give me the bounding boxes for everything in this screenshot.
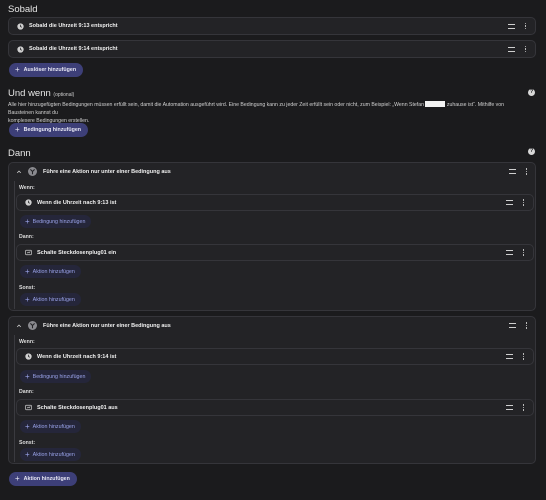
chevron-up-icon[interactable] [16,169,22,175]
drag-handle-icon[interactable] [506,200,513,205]
more-menu-icon[interactable] [522,249,525,256]
conditions-description: Alle hier hinzugefügten Bedingungen müss… [8,101,505,124]
sonst-label: Sonst: [19,440,36,446]
choose-action-header[interactable]: Führe eine Aktion nur unter einer Beding… [8,162,536,181]
drag-handle-icon[interactable] [506,354,513,359]
trigger-row[interactable]: Sobald die Uhrzeit 9:14 entspricht [8,40,536,58]
plus-icon: + [15,125,20,134]
condition-label: Wenn die Uhrzeit nach 9:13 ist [37,199,117,206]
drag-handle-icon[interactable] [506,405,513,410]
condition-row[interactable]: Wenn die Uhrzeit nach 9:13 ist [16,194,534,211]
plus-icon: + [15,65,20,74]
block-divider [14,181,15,309]
choose-action-block [8,162,536,311]
more-menu-icon[interactable] [525,322,528,329]
choose-action-header[interactable]: Führe eine Aktion nur unter einer Beding… [8,316,536,335]
action-label: Schalte Steckdosenplug01 aus [37,404,118,411]
add-trigger-label: Auslöser hinzufügen [23,67,77,73]
block-header-label: Führe eine Aktion nur unter einer Beding… [43,322,171,329]
plus-icon: + [15,474,20,483]
dann-label: Dann: [19,389,34,395]
dann-title: Dann [8,148,31,159]
plus-icon: + [25,421,30,431]
drag-handle-icon[interactable] [509,323,516,328]
plus-icon: + [25,266,30,276]
plus-icon: + [25,371,30,381]
drag-handle-icon[interactable] [508,23,515,29]
more-menu-icon[interactable] [522,404,525,411]
add-condition-button[interactable]: + Bedingung hinzufügen [9,123,89,137]
plus-icon: + [25,449,30,459]
add-condition-label: Bedingung hinzufügen [23,127,82,133]
device-icon [25,404,32,411]
block-header-label: Führe eine Aktion nur unter einer Beding… [43,168,171,175]
add-action-button[interactable]: + Aktion hinzufügen [9,472,77,486]
wenn-label: Wenn: [19,185,35,191]
block-divider [14,335,15,462]
more-menu-icon[interactable] [525,168,528,175]
more-menu-icon[interactable] [522,353,525,360]
add-action-link[interactable]: + Aktion hinzufügen [20,265,81,278]
wenn-label: Wenn: [19,339,35,345]
redaction-box [425,101,446,107]
drag-handle-icon[interactable] [508,46,515,52]
und-wenn-title-text: Und wenn [8,88,51,99]
clock-icon [25,353,32,360]
sonst-label: Sonst: [19,285,36,291]
condition-label: Wenn die Uhrzeit nach 9:14 ist [37,353,117,360]
trigger-label: Sobald die Uhrzeit 9:13 entspricht [29,23,118,29]
action-row[interactable]: Schalte Steckdosenplug01 ein [16,244,534,261]
help-icon[interactable]: ? [528,89,535,96]
trigger-row[interactable]: Sobald die Uhrzeit 9:13 entspricht [8,17,536,35]
clock-icon [25,199,32,206]
clock-icon [17,45,24,53]
more-menu-icon[interactable] [522,199,525,206]
add-else-action-link[interactable]: + Aktion hinzufügen [20,293,81,306]
choose-action-block [8,316,536,464]
add-trigger-button[interactable]: + Auslöser hinzufügen [9,63,84,77]
drag-handle-icon[interactable] [506,250,513,255]
plus-icon: + [25,216,30,226]
help-icon[interactable]: ? [528,148,535,155]
device-icon [25,249,32,256]
add-else-action-link[interactable]: + Aktion hinzufügen [20,448,81,461]
add-condition-link[interactable]: + Bedingung hinzufügen [20,370,92,383]
optional-label: (optional) [53,92,75,98]
sobald-title: Sobald [8,4,38,15]
action-row[interactable]: Schalte Steckdosenplug01 aus [16,399,534,416]
condition-row[interactable]: Wenn die Uhrzeit nach 9:14 ist [16,348,534,365]
clock-icon [17,22,24,30]
choose-icon [28,321,37,330]
add-condition-link[interactable]: + Bedingung hinzufügen [20,215,92,228]
action-label: Schalte Steckdosenplug01 ein [37,249,117,256]
dann-label: Dann: [19,234,34,240]
more-menu-icon[interactable] [524,45,527,53]
drag-handle-icon[interactable] [509,169,516,174]
und-wenn-title: Und wenn (optional) [8,88,74,99]
plus-icon: + [25,294,30,304]
chevron-up-icon[interactable] [16,323,22,329]
more-menu-icon[interactable] [524,22,527,30]
add-action-link[interactable]: + Aktion hinzufügen [20,420,81,433]
trigger-label: Sobald die Uhrzeit 9:14 entspricht [29,46,118,52]
choose-icon [28,167,37,176]
add-action-label: Aktion hinzufügen [23,476,70,482]
